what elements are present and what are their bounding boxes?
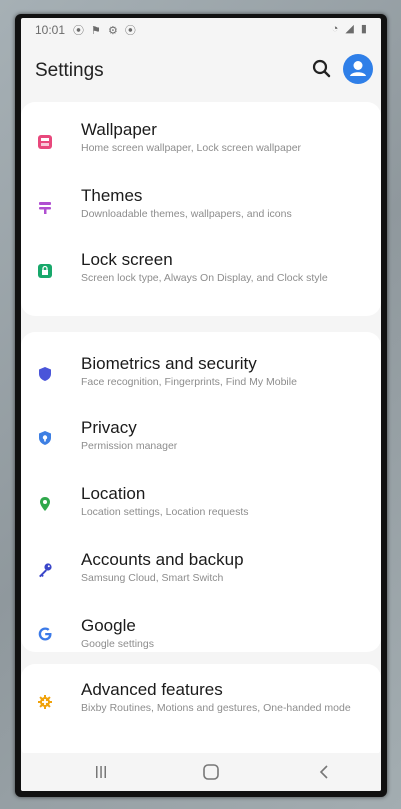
status-bar: 10:01 ⦿ ⚑ ⚙ ⦿ ◔ ◢ ▮	[21, 18, 381, 40]
wallpaper-icon	[38, 135, 52, 149]
notification-icons: ⦿ ⚑ ⚙ ⦿	[73, 25, 138, 37]
settings-item-lock-screen[interactable]: Lock screen Screen lock type, Always On …	[21, 242, 381, 314]
google-subtitle: Google settings	[81, 638, 154, 650]
biometrics-title: Biometrics and security	[81, 354, 257, 373]
google-title: Google	[81, 616, 136, 635]
themes-title: Themes	[81, 186, 143, 205]
home-button[interactable]	[199, 761, 223, 783]
search-button[interactable]	[309, 56, 335, 82]
gear-plus-icon	[38, 695, 52, 709]
advanced-features-title: Advanced features	[81, 680, 223, 699]
wallpaper-subtitle: Home screen wallpaper, Lock screen wallp…	[81, 142, 302, 154]
system-status-icons: ◔ ◢ ▮	[331, 23, 369, 35]
privacy-subtitle: Permission manager	[81, 440, 178, 452]
settings-item-wallpaper[interactable]: Wallpaper Home screen wallpaper, Lock sc…	[21, 112, 381, 174]
key-icon	[39, 563, 52, 578]
settings-item-biometrics[interactable]: Biometrics and security Face recognition…	[21, 346, 381, 406]
privacy-icon	[39, 431, 51, 445]
settings-item-themes[interactable]: Themes Downloadable themes, wallpapers, …	[21, 178, 381, 238]
lock-icon	[38, 264, 52, 278]
location-pin-icon	[40, 497, 50, 511]
back-icon	[319, 765, 328, 779]
settings-item-google[interactable]: Google Google settings	[21, 608, 381, 652]
status-time: 10:01	[35, 23, 66, 37]
search-icon	[312, 59, 331, 78]
shield-icon	[39, 367, 51, 381]
themes-subtitle: Downloadable themes, wallpapers, and ico…	[81, 208, 292, 220]
location-subtitle: Location settings, Location requests	[81, 506, 249, 518]
settings-item-location[interactable]: Location Location settings, Location req…	[21, 476, 381, 536]
settings-screen: 10:01 ⦿ ⚑ ⚙ ⦿ ◔ ◢ ▮ Settings Wallpaper H…	[21, 18, 381, 791]
settings-group-advanced: Advanced features Bixby Routines, Motion…	[21, 664, 381, 760]
back-button[interactable]	[313, 761, 337, 783]
phone-bezel: 10:01 ⦿ ⚑ ⚙ ⦿ ◔ ◢ ▮ Settings Wallpaper H…	[15, 14, 387, 797]
account-button[interactable]	[343, 54, 373, 84]
privacy-title: Privacy	[81, 418, 137, 437]
recent-apps-icon	[96, 766, 106, 778]
screenshot-frame: 10:01 ⦿ ⚑ ⚙ ⦿ ◔ ◢ ▮ Settings Wallpaper H…	[0, 0, 401, 809]
recent-apps-button[interactable]	[89, 761, 113, 783]
accounts-backup-subtitle: Samsung Cloud, Smart Switch	[81, 572, 224, 584]
app-bar: Settings	[21, 40, 381, 98]
account-icon	[350, 61, 366, 76]
settings-group-personalization: Wallpaper Home screen wallpaper, Lock sc…	[21, 102, 381, 316]
lock-screen-title: Lock screen	[81, 250, 173, 269]
location-title: Location	[81, 484, 146, 503]
settings-item-advanced-features[interactable]: Advanced features Bixby Routines, Motion…	[21, 672, 381, 752]
settings-item-privacy[interactable]: Privacy Permission manager	[21, 410, 381, 470]
advanced-features-subtitle: Bixby Routines, Motions and gestures, On…	[81, 702, 351, 714]
wallpaper-title: Wallpaper	[81, 120, 157, 139]
lock-screen-subtitle: Screen lock type, Always On Display, and…	[81, 272, 328, 284]
biometrics-subtitle: Face recognition, Fingerprints, Find My …	[81, 376, 297, 388]
themes-icon	[39, 202, 51, 214]
home-icon	[203, 764, 219, 780]
google-icon	[38, 627, 52, 641]
settings-group-security: Biometrics and security Face recognition…	[21, 332, 381, 652]
navigation-bar	[21, 753, 381, 791]
accounts-backup-title: Accounts and backup	[81, 550, 244, 569]
page-title: Settings	[35, 60, 104, 81]
settings-item-accounts-backup[interactable]: Accounts and backup Samsung Cloud, Smart…	[21, 542, 381, 602]
